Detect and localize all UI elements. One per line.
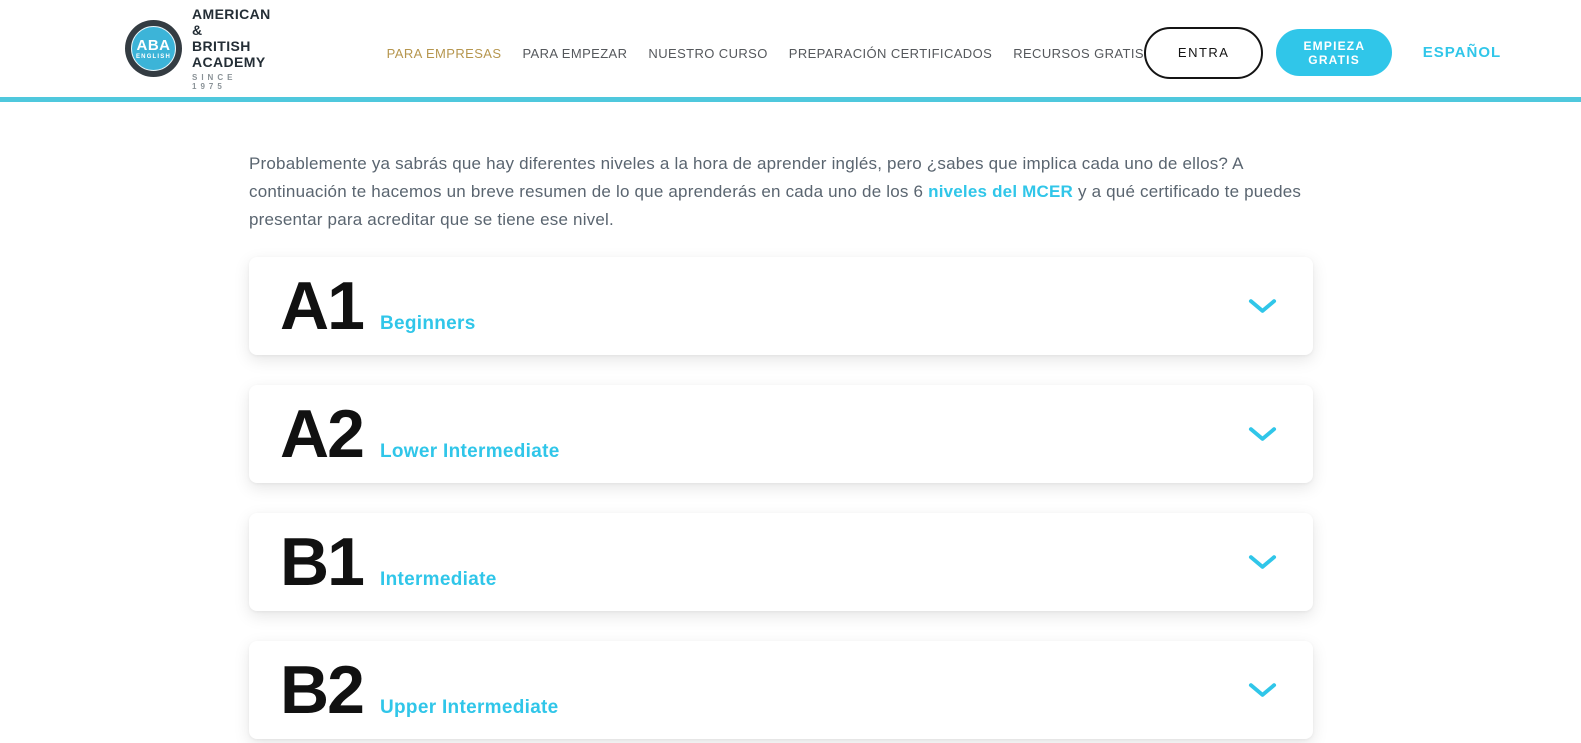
intro-paragraph: Probablemente ya sabrás que hay diferent…: [249, 150, 1313, 234]
level-code: A1: [280, 268, 365, 344]
brand-name-line2: BRITISH ACADEMY: [192, 38, 266, 70]
level-name: Intermediate: [380, 569, 497, 590]
brand-name-line1: AMERICAN &: [192, 6, 271, 38]
chevron-down-icon[interactable]: [1248, 298, 1277, 314]
language-selector[interactable]: ESPAÑOL: [1423, 44, 1501, 61]
level-code: B2: [280, 652, 365, 728]
brand-logo[interactable]: ABA ENGLISH AMERICAN & BRITISH ACADEMY S…: [125, 6, 271, 91]
chevron-down-icon[interactable]: [1248, 682, 1277, 698]
main-nav: PARA EMPRESAS PARA EMPEZAR NUESTRO CURSO…: [387, 46, 1144, 61]
level-name: Upper Intermediate: [380, 697, 559, 718]
level-card-b1-labels: B1 Intermediate: [280, 528, 497, 596]
brand-name: AMERICAN & BRITISH ACADEMY SINCE 1975: [192, 6, 271, 91]
level-name: Beginners: [380, 313, 476, 334]
chevron-down-icon[interactable]: [1248, 426, 1277, 442]
site-header: ABA ENGLISH AMERICAN & BRITISH ACADEMY S…: [0, 0, 1581, 102]
header-actions: ENTRA EMPIEZA GRATIS ESPAÑOL: [1143, 26, 1501, 79]
logo-aba-text: ABA: [136, 36, 171, 54]
level-card-b1[interactable]: B1 Intermediate: [249, 513, 1313, 611]
main-content: Probablemente ya sabrás que hay diferent…: [249, 102, 1313, 739]
mcer-levels-link[interactable]: niveles del MCER: [928, 182, 1073, 201]
level-card-a1-labels: A1 Beginners: [280, 272, 476, 340]
brand-tagline: SINCE 1975: [192, 73, 237, 91]
level-card-a1[interactable]: A1 Beginners: [249, 257, 1313, 355]
logo-english-text: ENGLISH: [135, 53, 172, 60]
aba-logo-inner-circle: ABA ENGLISH: [131, 26, 176, 71]
nav-item-para-empezar[interactable]: PARA EMPEZAR: [522, 46, 627, 61]
chevron-down-icon[interactable]: [1248, 554, 1277, 570]
level-card-b2[interactable]: B2 Upper Intermediate: [249, 641, 1313, 739]
level-code: B1: [280, 524, 365, 600]
level-name: Lower Intermediate: [380, 441, 560, 462]
nav-item-para-empresas[interactable]: PARA EMPRESAS: [387, 46, 502, 61]
nav-item-recursos-gratis[interactable]: RECURSOS GRATIS: [1013, 46, 1144, 61]
nav-item-preparacion-certificados[interactable]: PREPARACIÓN CERTIFICADOS: [789, 46, 992, 61]
level-card-a2[interactable]: A2 Lower Intermediate: [249, 385, 1313, 483]
aba-logo-icon: ABA ENGLISH: [125, 20, 182, 77]
nav-item-nuestro-curso[interactable]: NUESTRO CURSO: [648, 46, 767, 61]
level-card-a2-labels: A2 Lower Intermediate: [280, 400, 560, 468]
login-button[interactable]: ENTRA: [1143, 26, 1264, 79]
level-code: A2: [280, 396, 365, 472]
start-free-button[interactable]: EMPIEZA GRATIS: [1276, 29, 1392, 76]
level-card-b2-labels: B2 Upper Intermediate: [280, 656, 559, 724]
